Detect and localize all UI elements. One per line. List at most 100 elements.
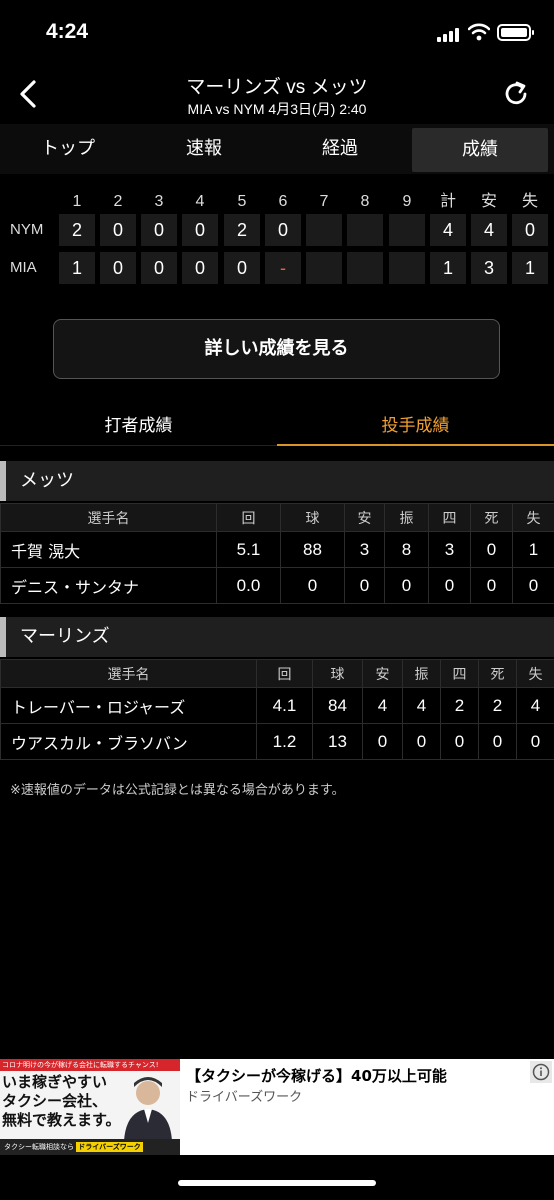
stat-cell: 4 [402,687,441,724]
battery-icon [497,24,534,41]
player-name[interactable]: トレーバー・ロジャーズ [0,687,257,724]
page-subtitle: MIA vs NYM 4月3日(月) 2:40 [187,101,367,117]
total-hits: 4 [471,214,507,246]
stat-cell: 88 [280,531,345,568]
player-name[interactable]: 千賀 滉大 [0,531,217,568]
stat-cell: 84 [312,687,363,724]
stat-cell: 0.0 [216,567,281,604]
stat-cell: 8 [384,531,429,568]
team-name: マーリンズ [20,626,110,647]
col-header-player: 選手名 [0,503,217,532]
stat-cell: 4.1 [256,687,313,724]
team-abbr: NYM [10,221,44,238]
ad-image[interactable]: コロナ明けの今が稼げる会社に転職するチャンス! いま稼ぎやすい タクシー会社、 … [0,1059,180,1155]
stat-cell: 4 [516,687,554,724]
col-header-runs: 失 [512,503,554,532]
inning-score: 0 [265,214,301,246]
total-errors: 0 [512,214,548,246]
ad-image-bottom-label: タクシー転職相談なら [4,1143,74,1151]
total-errors: 1 [512,252,548,284]
col-header-strikeouts: 振 [402,659,441,688]
stat-cell: 1.2 [256,723,313,760]
col-header-pitches: 球 [280,503,345,532]
driver-person-icon [124,1077,172,1141]
col-header-innings: 回 [256,659,313,688]
table-row[interactable]: トレーバー・ロジャーズ 4.1 84 4 4 2 2 4 [0,687,554,724]
col-header-hbp: 死 [470,503,513,532]
stat-cell: 3 [428,531,471,568]
player-name[interactable]: デニス・サンタナ [0,567,217,604]
table-row[interactable]: 千賀 滉大 5.1 88 3 8 3 0 1 [0,531,554,568]
stat-cell: 1 [512,531,554,568]
col-header-pitches: 球 [312,659,363,688]
inning-score [389,252,425,284]
stat-cell: 5.1 [216,531,281,568]
total-runs: 4 [430,214,466,246]
inning-score [347,214,383,246]
inning-score [389,214,425,246]
col-header-strikeouts: 振 [384,503,429,532]
view-detailed-stats-button[interactable]: 詳しい成績を見る [53,319,500,379]
stat-cell: 0 [280,567,345,604]
col-header-player: 選手名 [0,659,257,688]
table-header-row: 選手名 回 球 安 振 四 死 失 [0,503,554,532]
ad-banner[interactable]: コロナ明けの今が稼げる会社に転職するチャンス! いま稼ぎやすい タクシー会社、 … [0,1059,554,1155]
player-name[interactable]: ウアスカル・ブラソバン [0,723,257,760]
ad-image-bottom-text: タクシー転職相談なら ドライバーズワーク [0,1139,180,1155]
stat-cell: 2 [440,687,479,724]
tab-batting-stats[interactable]: 打者成績 [0,406,277,446]
game-tabs: トップ 速報 経過 成績 [0,124,554,174]
team-section-header: マーリンズ [0,617,554,657]
status-time: 4:24 [46,20,89,43]
total-hits: 3 [471,252,507,284]
inning-score: 0 [141,252,177,284]
team-name: メッツ [20,470,74,491]
inning-score: 0 [182,214,218,246]
stat-type-tabs: 打者成績 投手成績 [0,406,554,446]
table-row[interactable]: ウアスカル・ブラソバン 1.2 13 0 0 0 0 0 [0,723,554,760]
ad-title[interactable]: 【タクシーが今稼げる】40万以上可能 [186,1065,447,1086]
stat-cell: 0 [428,567,471,604]
col-header-runs: 失 [516,659,554,688]
tab-pitching-stats[interactable]: 投手成績 [277,406,554,446]
inning-score [347,252,383,284]
wifi-icon [468,23,490,41]
info-icon[interactable] [530,1061,552,1083]
table-row[interactable]: デニス・サンタナ 0.0 0 0 0 0 0 0 [0,567,554,604]
stat-cell: 0 [478,723,517,760]
col-header-walks: 四 [428,503,471,532]
stat-cell: 0 [402,723,441,760]
refresh-icon[interactable] [500,78,532,110]
inning-score [306,252,342,284]
ad-image-headline: いま稼ぎやすい タクシー会社、 無料で教えます。 [2,1073,121,1129]
team-abbr: MIA [10,259,37,276]
inning-score: 0 [100,214,136,246]
stat-cell: 2 [478,687,517,724]
inning-score-not-played: - [265,252,301,284]
status-bar: 4:24 [0,0,554,62]
tab-progress[interactable]: 経過 [272,124,408,174]
stat-cell: 13 [312,723,363,760]
stat-cell: 4 [362,687,403,724]
tab-stats[interactable]: 成績 [412,128,548,172]
ad-image-top-text: コロナ明けの今が稼げる会社に転職するチャンス! [0,1059,180,1071]
page-title: マーリンズ vs メッツ [186,77,368,98]
col-header-hbp: 死 [478,659,517,688]
scoreboard-row-mia: MIA 1 0 0 0 0 - 1 3 1 [0,252,554,284]
stat-cell: 0 [440,723,479,760]
stat-cell: 0 [362,723,403,760]
stat-cell: 3 [344,531,385,568]
inning-score: 0 [100,252,136,284]
tab-live[interactable]: 速報 [136,124,272,174]
pitching-table-marlins: 選手名 回 球 安 振 四 死 失 トレーバー・ロジャーズ 4.1 84 4 4… [0,659,554,760]
table-header-row: 選手名 回 球 安 振 四 死 失 [0,659,554,688]
scoreboard-row-nym: NYM 2 0 0 0 2 0 4 4 0 [0,214,554,246]
inning-score: 0 [224,252,260,284]
home-indicator[interactable] [178,1180,376,1186]
disclaimer-note: ※速報値のデータは公式記録とは異なる場合があります。 [10,783,345,798]
section-accent-bar [0,461,6,501]
inning-score [306,214,342,246]
col-header-hits: 安 [362,659,403,688]
ad-source: ドライバーズワーク [186,1090,303,1105]
tab-top[interactable]: トップ [0,124,136,174]
